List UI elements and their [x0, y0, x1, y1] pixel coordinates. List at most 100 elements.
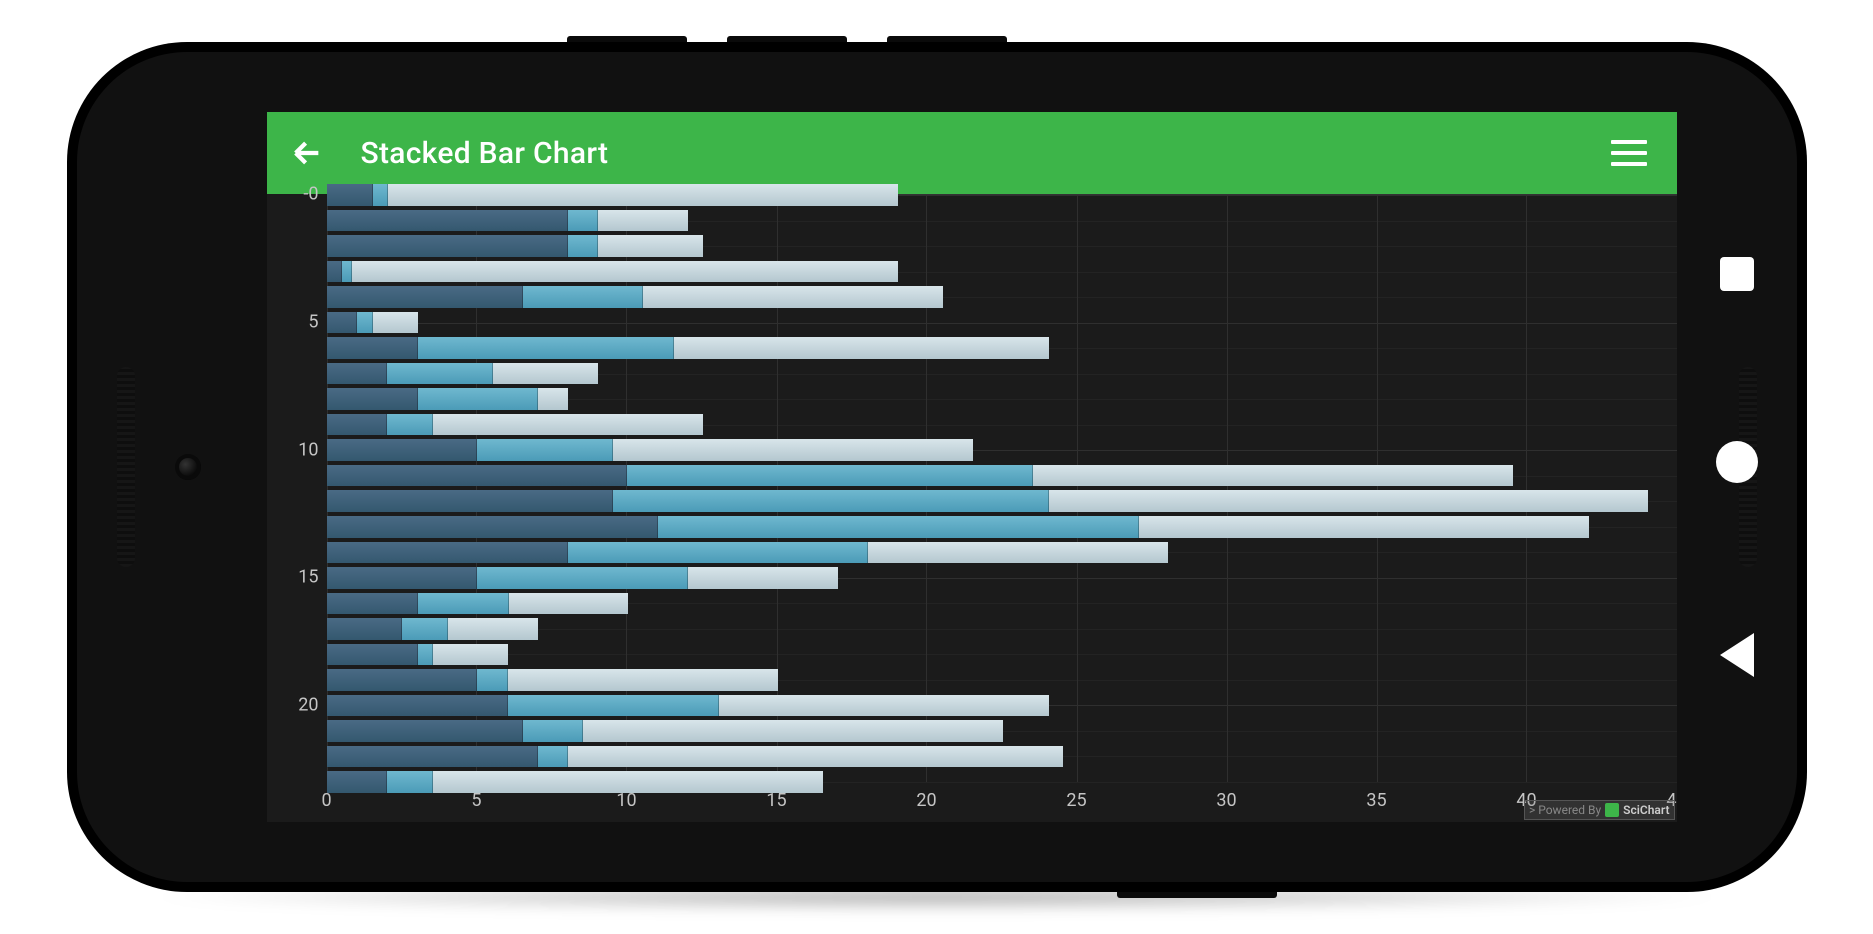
- bar-row[interactable]: [327, 669, 1677, 691]
- bar-segment: [388, 184, 898, 206]
- bar-segment: [327, 720, 523, 742]
- x-axis-tick: 35: [1366, 790, 1386, 811]
- bar-segment: [568, 210, 599, 232]
- bar-row[interactable]: [327, 695, 1677, 717]
- watermark: > Powered By SciChart: [1524, 800, 1675, 820]
- bar-row[interactable]: [327, 465, 1677, 487]
- bar-segment: [643, 286, 943, 308]
- bar-segment: [352, 261, 898, 283]
- bar-row[interactable]: [327, 210, 1677, 232]
- bar-segment: [868, 542, 1168, 564]
- home-button[interactable]: [1716, 441, 1758, 483]
- bar-row[interactable]: [327, 567, 1677, 589]
- x-axis-tick: 5: [471, 790, 481, 811]
- bar-row[interactable]: [327, 593, 1677, 615]
- bar-row[interactable]: [327, 286, 1677, 308]
- bar-segment: [327, 669, 478, 691]
- x-axis-tick: 25: [1066, 790, 1086, 811]
- bar-segment: [327, 439, 478, 461]
- plot-area[interactable]: [327, 194, 1677, 782]
- bar-segment: [433, 414, 703, 436]
- bar-segment: [613, 490, 1049, 512]
- bar-segment: [327, 337, 418, 359]
- bar-segment: [719, 695, 1049, 717]
- bar-segment: [568, 746, 1063, 768]
- bar-row[interactable]: [327, 184, 1677, 206]
- bar-segment: [418, 593, 509, 615]
- bar-segment: [598, 235, 703, 257]
- app-bar: Stacked Bar Chart: [267, 112, 1677, 194]
- bar-segment: [627, 465, 1033, 487]
- bar-segment: [583, 720, 1003, 742]
- back-arrow-icon[interactable]: [277, 123, 337, 183]
- bar-segment: [477, 669, 508, 691]
- bar-segment: [327, 286, 523, 308]
- bar-segment: [418, 337, 674, 359]
- bar-row[interactable]: [327, 516, 1677, 538]
- bar-segment: [357, 312, 373, 334]
- back-button[interactable]: [1720, 633, 1754, 677]
- bar-segment: [327, 593, 418, 615]
- hamburger-menu-icon[interactable]: [1601, 130, 1657, 176]
- x-axis: 051015202530354045: [327, 782, 1677, 822]
- bar-row[interactable]: [327, 261, 1677, 283]
- bar-segment: [613, 439, 973, 461]
- bar-segment: [327, 644, 418, 666]
- bar-row[interactable]: [327, 414, 1677, 436]
- bar-segment: [568, 542, 869, 564]
- bar-segment: [493, 363, 598, 385]
- bar-segment: [523, 286, 644, 308]
- bar-row[interactable]: [327, 235, 1677, 257]
- x-axis-tick: 15: [766, 790, 786, 811]
- bar-row[interactable]: [327, 312, 1677, 334]
- bar-segment: [509, 593, 629, 615]
- bar-segment: [327, 542, 568, 564]
- bar-segment: [674, 337, 1049, 359]
- bar-segment: [327, 210, 568, 232]
- bar-segment: [327, 695, 508, 717]
- bar-row[interactable]: [327, 644, 1677, 666]
- bar-row[interactable]: [327, 746, 1677, 768]
- bar-segment: [508, 669, 778, 691]
- bar-row[interactable]: [327, 618, 1677, 640]
- y-axis: -05101520: [267, 194, 327, 782]
- recent-apps-button[interactable]: [1720, 257, 1754, 291]
- bar-row[interactable]: [327, 720, 1677, 742]
- x-axis-tick: 30: [1216, 790, 1236, 811]
- bar-segment: [477, 567, 688, 589]
- bar-segment: [658, 516, 1139, 538]
- bar-row[interactable]: [327, 542, 1677, 564]
- bar-segment: [418, 388, 539, 410]
- bar-segment: [1033, 465, 1513, 487]
- bar-row[interactable]: [327, 388, 1677, 410]
- watermark-brand: SciChart: [1623, 803, 1669, 817]
- bar-segment: [387, 414, 433, 436]
- y-axis-tick: -0: [303, 184, 318, 205]
- speaker-grille: [117, 367, 135, 567]
- phone-frame: Stacked Bar Chart -05101520 051015202530…: [67, 42, 1807, 892]
- bar-segment: [538, 388, 568, 410]
- bar-row[interactable]: [327, 363, 1677, 385]
- device-screen: Stacked Bar Chart -05101520 051015202530…: [267, 112, 1677, 822]
- bar-segment: [598, 210, 688, 232]
- bar-row[interactable]: [327, 490, 1677, 512]
- bar-segment: [373, 184, 389, 206]
- bar-segment: [568, 235, 599, 257]
- bar-segment: [327, 312, 358, 334]
- bar-segment: [448, 618, 538, 640]
- bar-segment: [1049, 490, 1649, 512]
- android-nav-bar: [1677, 52, 1797, 882]
- chart-surface[interactable]: -05101520 051015202530354045 > Powered B…: [267, 194, 1677, 822]
- bar-segment: [327, 235, 568, 257]
- bar-row[interactable]: [327, 337, 1677, 359]
- x-axis-tick: 10: [616, 790, 636, 811]
- bar-segment: [433, 644, 508, 666]
- bar-segment: [1139, 516, 1589, 538]
- page-title: Stacked Bar Chart: [361, 136, 609, 171]
- bar-segment: [327, 490, 613, 512]
- x-axis-tick: 20: [916, 790, 936, 811]
- bar-segment: [477, 439, 613, 461]
- front-camera: [175, 454, 201, 480]
- bar-segment: [327, 465, 628, 487]
- bar-row[interactable]: [327, 439, 1677, 461]
